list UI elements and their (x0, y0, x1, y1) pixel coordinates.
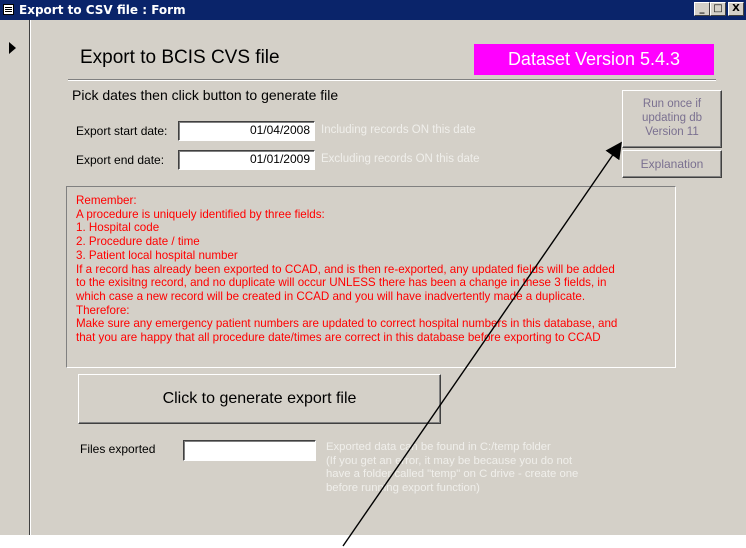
form-title: Export to BCIS CVS file (80, 47, 280, 68)
run-once-label-line1: Run once if (642, 98, 702, 110)
minimize-button[interactable]: _ (694, 2, 710, 16)
end-date-field[interactable]: 01/01/2009 (178, 150, 315, 170)
record-selector[interactable] (0, 20, 30, 535)
dataset-version-badge: Dataset Version 5.4.3 (474, 44, 714, 75)
notes-line: Therefore: (76, 303, 130, 317)
form-window-icon (3, 4, 14, 15)
window-title: Export to CSV file : Form (19, 3, 186, 17)
window-title-bar[interactable]: Export to CSV file : Form _ □ X (0, 0, 746, 20)
header-divider (68, 79, 716, 81)
end-date-label: Export end date: (76, 153, 165, 167)
run-once-label-line2: updating db (641, 112, 703, 124)
notes-line: 1. Hospital code (76, 221, 160, 235)
notes-line: Remember: (76, 194, 137, 207)
explanation-button[interactable]: Explanation (622, 150, 722, 178)
notes-line: A procedure is uniquely identified by th… (76, 207, 325, 221)
files-exported-label: Files exported (80, 442, 156, 456)
maximize-button[interactable]: □ (710, 2, 726, 16)
notes-box: Remember: A procedure is uniquely identi… (66, 186, 676, 368)
run-once-button[interactable]: Run once if updating db Version 11 (622, 90, 722, 148)
notes-line: that you are happy that all procedure da… (76, 331, 601, 345)
files-exported-field[interactable] (183, 440, 316, 461)
notes-line: 3. Patient local hospital number (76, 248, 238, 262)
close-button[interactable]: X (728, 2, 744, 16)
notes-line: which case a new record will be created … (76, 289, 586, 303)
start-date-field[interactable]: 01/04/2008 (178, 121, 315, 141)
files-hint-line: before running export function) (326, 481, 480, 494)
files-hint-line: (If you get an error, it may be because … (326, 454, 573, 467)
notes-line: 2. Procedure date / time (76, 235, 200, 249)
files-exported-hint: Exported data can be found in C:/temp fo… (326, 441, 578, 495)
window-bottom-edge (0, 535, 746, 548)
files-hint-line: Exported data can be found in C:/temp fo… (326, 441, 551, 453)
notes-line: to the exisitng record, and no duplicate… (76, 276, 607, 290)
notes-line: If a record has already been exported to… (76, 262, 615, 276)
end-date-hint: Excluding records ON this date (321, 153, 480, 165)
files-hint-line: have a folder called "temp" on C drive -… (326, 468, 579, 481)
start-date-hint: Including records ON this date (321, 124, 476, 136)
notes-line: Make sure any emergency patient numbers … (76, 317, 618, 331)
start-date-label: Export start date: (76, 124, 168, 138)
generate-export-button[interactable]: Click to generate export file (78, 374, 441, 424)
current-record-arrow-icon (9, 42, 16, 54)
run-once-label-line3: Version 11 (645, 126, 699, 138)
instruction-text: Pick dates then click button to generate… (72, 87, 339, 103)
